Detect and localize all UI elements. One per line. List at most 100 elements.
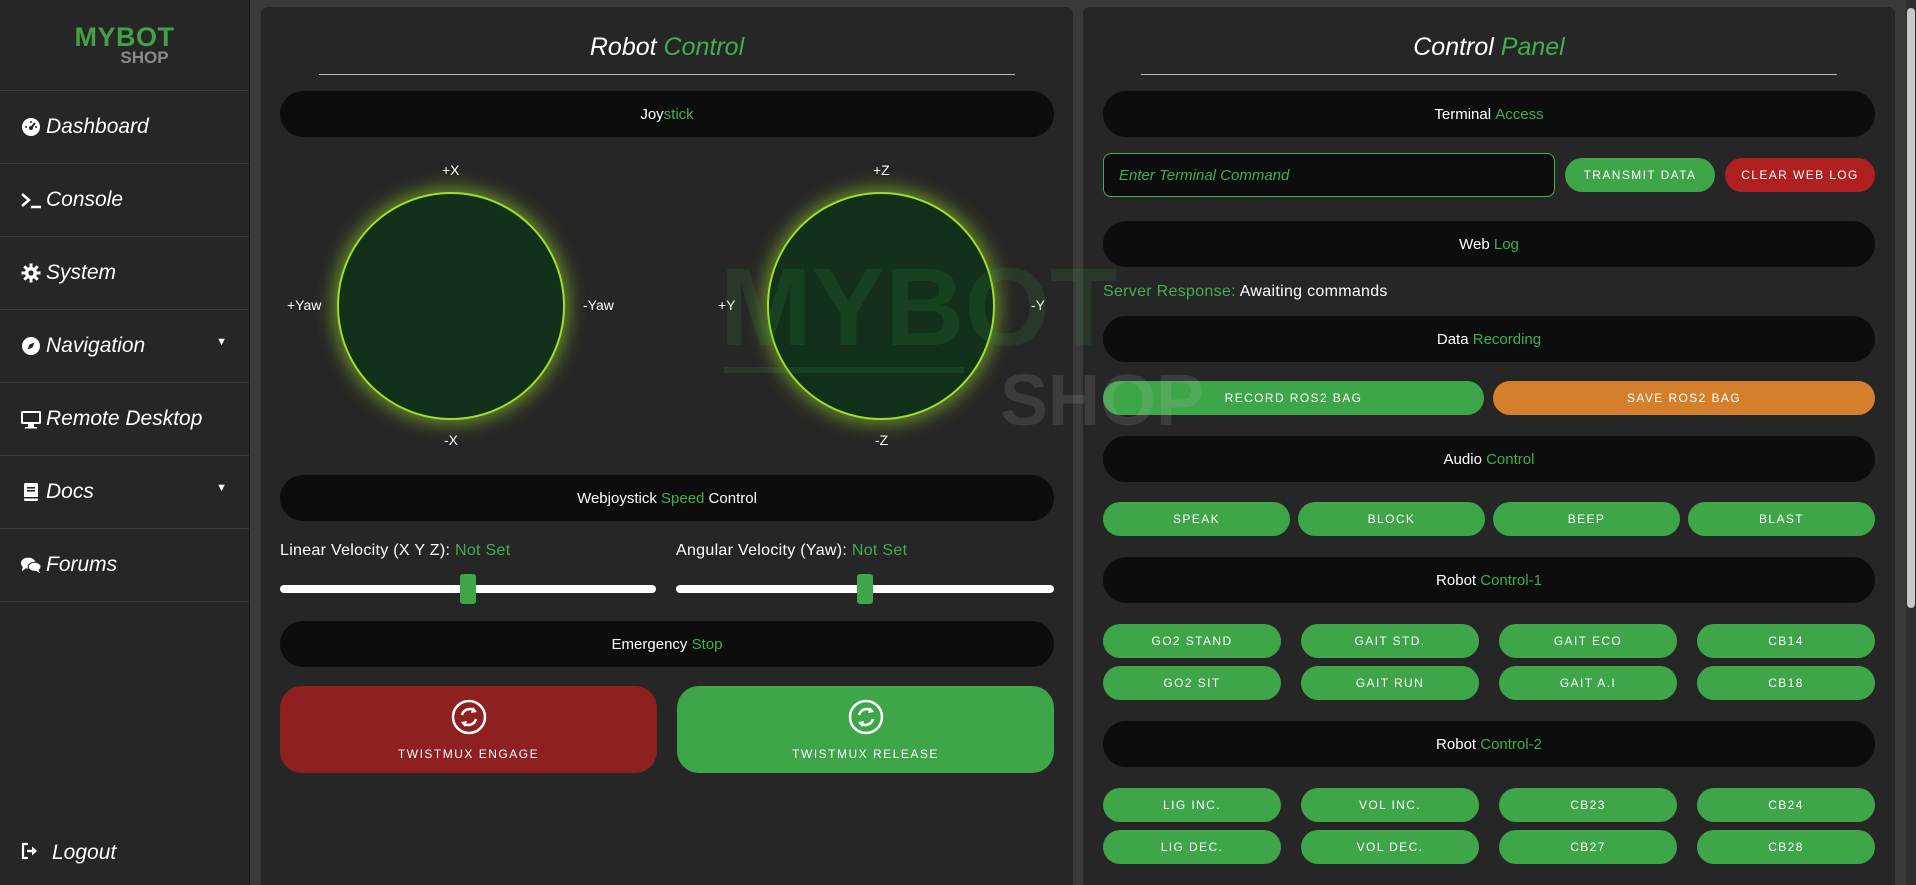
linear-velocity-thumb[interactable] bbox=[460, 574, 476, 604]
title-part: Robot bbox=[589, 33, 657, 61]
header-text: Terminal bbox=[1434, 105, 1492, 123]
scrollbar-thumb[interactable] bbox=[1907, 8, 1915, 608]
save-ros2-bag-button[interactable]: SAVE ROS2 BAG bbox=[1493, 381, 1875, 415]
cb14-button[interactable]: CB14 bbox=[1697, 624, 1875, 658]
joystick-label-right: -Yaw bbox=[583, 297, 614, 313]
vol-dec-button[interactable]: VOL DEC. bbox=[1301, 830, 1479, 864]
go2-stand-button[interactable]: GO2 STAND bbox=[1103, 624, 1281, 658]
comments-icon bbox=[20, 554, 42, 576]
panel-title: Control Panel bbox=[1083, 33, 1895, 62]
sidebar: MYBOT SHOP Dashboard Console System Navi… bbox=[0, 0, 250, 885]
data-recording-header: Data Recording bbox=[1103, 316, 1875, 362]
joystick-label-left: +Yaw bbox=[287, 297, 322, 313]
joystick-label-right: -Y bbox=[1031, 297, 1045, 313]
cb28-button[interactable]: CB28 bbox=[1697, 830, 1875, 864]
server-response: Server Response: Awaiting commands bbox=[1103, 283, 1388, 301]
sidebar-item-label: Forums bbox=[46, 553, 118, 576]
linear-velocity-value: Not Set bbox=[455, 542, 511, 559]
cb24-button[interactable]: CB24 bbox=[1697, 788, 1875, 822]
angular-velocity-thumb[interactable] bbox=[857, 574, 873, 604]
panel-title: Robot Control bbox=[261, 33, 1073, 62]
angular-velocity-label-row: Angular Velocity (Yaw): Not Set bbox=[676, 542, 907, 560]
audio-control-header: Audio Control bbox=[1103, 436, 1875, 482]
beep-button[interactable]: BEEP bbox=[1493, 502, 1680, 536]
server-response-value: Awaiting commands bbox=[1239, 283, 1388, 300]
cb23-button[interactable]: CB23 bbox=[1499, 788, 1677, 822]
header-text: Data bbox=[1436, 330, 1469, 348]
header-text: Robot bbox=[1436, 735, 1477, 753]
lig-inc-button[interactable]: LIG INC. bbox=[1103, 788, 1281, 822]
lig-dec-button[interactable]: LIG DEC. bbox=[1103, 830, 1281, 864]
button-label: TWISTMUX ENGAGE bbox=[397, 747, 540, 761]
speed-control-header: Webjoystick Speed Control bbox=[280, 475, 1054, 521]
sidebar-item-navigation[interactable]: Navigation ▼ bbox=[0, 310, 249, 383]
record-ros2-bag-button[interactable]: RECORD ROS2 BAG bbox=[1103, 381, 1484, 415]
sidebar-item-label: System bbox=[46, 261, 117, 284]
logo[interactable]: MYBOT SHOP bbox=[0, 0, 249, 91]
sidebar-item-label: Console bbox=[46, 188, 124, 211]
joystick-header: Joy stick bbox=[280, 91, 1054, 137]
blast-button[interactable]: BLAST bbox=[1688, 502, 1875, 536]
header-accent: stick bbox=[663, 105, 694, 123]
title-accent: Control bbox=[663, 33, 745, 61]
robot-control-panel: Robot Control Joy stick +X -X +Yaw -Yaw +… bbox=[261, 7, 1073, 885]
header-text: Webjoystick bbox=[577, 489, 657, 507]
sidebar-item-label: Navigation bbox=[46, 334, 146, 357]
block-button[interactable]: BLOCK bbox=[1298, 502, 1485, 536]
robot-control-2-header: Robot Control-2 bbox=[1103, 721, 1875, 767]
twistmux-release-button[interactable]: TWISTMUX RELEASE bbox=[677, 686, 1054, 773]
go2-sit-button[interactable]: GO2 SIT bbox=[1103, 666, 1281, 700]
sidebar-item-label: Docs bbox=[46, 480, 94, 503]
joystick-left[interactable] bbox=[337, 192, 565, 420]
compass-icon bbox=[20, 335, 42, 357]
gait-eco-button[interactable]: GAIT ECO bbox=[1499, 624, 1677, 658]
sidebar-item-docs[interactable]: Docs ▼ bbox=[0, 456, 249, 529]
terminal-icon bbox=[20, 189, 42, 211]
recycle-icon bbox=[450, 698, 488, 741]
sidebar-item-forums[interactable]: Forums bbox=[0, 529, 249, 602]
sign-out-icon bbox=[20, 842, 40, 865]
header-accent: Recording bbox=[1472, 330, 1542, 348]
gait-std-button[interactable]: GAIT STD. bbox=[1301, 624, 1479, 658]
sidebar-item-console[interactable]: Console bbox=[0, 164, 249, 237]
clear-web-log-button[interactable]: CLEAR WEB LOG bbox=[1725, 158, 1875, 192]
twistmux-engage-button[interactable]: TWISTMUX ENGAGE bbox=[280, 686, 657, 773]
header-text: Robot bbox=[1436, 571, 1477, 589]
app-root: MYBOT SHOP Dashboard Console System Navi… bbox=[0, 0, 1916, 885]
gauge-icon bbox=[20, 116, 42, 138]
sidebar-item-system[interactable]: System bbox=[0, 237, 249, 310]
transmit-data-button[interactable]: TRANSMIT DATA bbox=[1565, 158, 1715, 192]
joystick-label-top: +X bbox=[442, 162, 460, 178]
angular-velocity-label: Angular Velocity (Yaw): bbox=[676, 542, 848, 559]
gait-ai-button[interactable]: GAIT A.I bbox=[1499, 666, 1677, 700]
linear-velocity-label-row: Linear Velocity (X Y Z): Not Set bbox=[280, 542, 510, 560]
speak-button[interactable]: SPEAK bbox=[1103, 502, 1290, 536]
title-divider bbox=[1141, 74, 1837, 75]
control-panel: Control Panel Terminal Access TRANSMIT D… bbox=[1083, 7, 1895, 885]
recycle-icon bbox=[847, 698, 885, 741]
header-accent: Control-1 bbox=[1480, 571, 1542, 589]
terminal-access-header: Terminal Access bbox=[1103, 91, 1875, 137]
header-accent: Access bbox=[1495, 105, 1544, 123]
logout-button[interactable]: Logout bbox=[20, 841, 116, 865]
header-accent: Speed bbox=[661, 489, 705, 507]
book-icon bbox=[20, 481, 42, 503]
sidebar-item-label: Dashboard bbox=[46, 115, 149, 138]
cb18-button[interactable]: CB18 bbox=[1697, 666, 1875, 700]
joystick-label-bottom: -Z bbox=[875, 432, 889, 448]
linear-velocity-label: Linear Velocity (X Y Z): bbox=[280, 542, 451, 559]
sidebar-item-dashboard[interactable]: Dashboard bbox=[0, 91, 249, 164]
angular-velocity-value: Not Set bbox=[851, 542, 908, 559]
joystick-right[interactable] bbox=[767, 192, 995, 420]
joystick-label-left: +Y bbox=[718, 297, 736, 313]
cb27-button[interactable]: CB27 bbox=[1499, 830, 1677, 864]
logout-label: Logout bbox=[52, 841, 117, 864]
header-accent: Control bbox=[1486, 450, 1535, 468]
vol-inc-button[interactable]: VOL INC. bbox=[1301, 788, 1479, 822]
header-text: Emergency bbox=[611, 635, 688, 653]
header-text: Joy bbox=[640, 105, 664, 123]
sidebar-item-remote-desktop[interactable]: Remote Desktop bbox=[0, 383, 249, 456]
monitor-icon bbox=[20, 408, 42, 430]
terminal-command-input[interactable] bbox=[1103, 153, 1555, 197]
gait-run-button[interactable]: GAIT RUN bbox=[1301, 666, 1479, 700]
